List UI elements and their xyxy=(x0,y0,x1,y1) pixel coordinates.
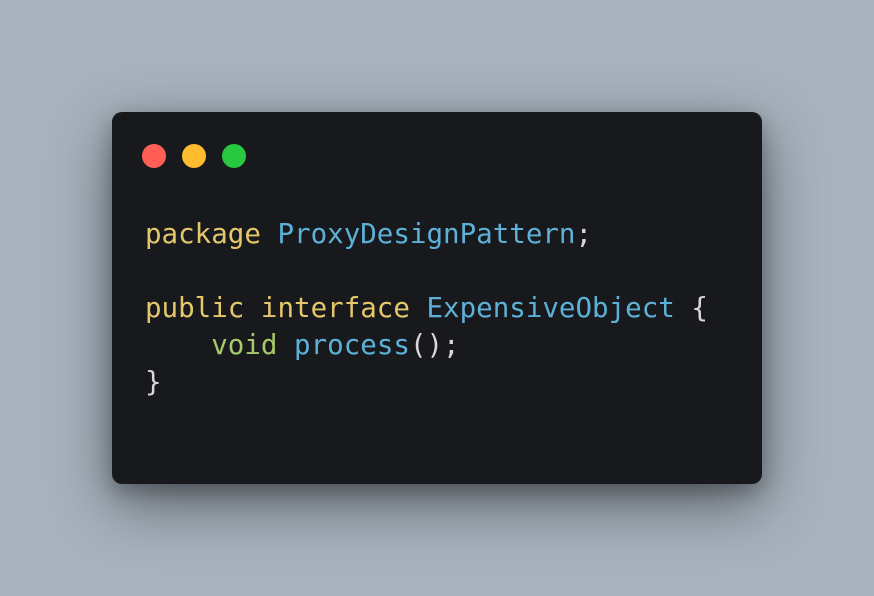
open-brace: { xyxy=(691,292,708,324)
code-line-close: } xyxy=(145,364,708,401)
code-window: package ProxyDesignPattern; public interf… xyxy=(112,112,762,484)
keyword-package: package xyxy=(145,218,261,250)
maximize-button[interactable] xyxy=(222,144,246,168)
close-brace: } xyxy=(145,366,162,398)
keyword-interface: interface xyxy=(260,292,410,324)
window-controls xyxy=(142,144,246,168)
keyword-public: public xyxy=(145,292,245,324)
code-line-interface: public interface ExpensiveObject { xyxy=(145,290,708,327)
code-line-method: void process(); xyxy=(145,327,708,364)
package-name: ProxyDesignPattern xyxy=(277,218,576,250)
minimize-button[interactable] xyxy=(182,144,206,168)
interface-name: ExpensiveObject xyxy=(426,292,675,324)
code-block: package ProxyDesignPattern; public interf… xyxy=(145,216,708,401)
close-button[interactable] xyxy=(142,144,166,168)
method-end: (); xyxy=(409,329,460,361)
semicolon: ; xyxy=(575,218,593,250)
return-type: void xyxy=(211,329,278,361)
method-name: process xyxy=(294,329,410,361)
code-line-package: package ProxyDesignPattern; xyxy=(145,216,708,253)
